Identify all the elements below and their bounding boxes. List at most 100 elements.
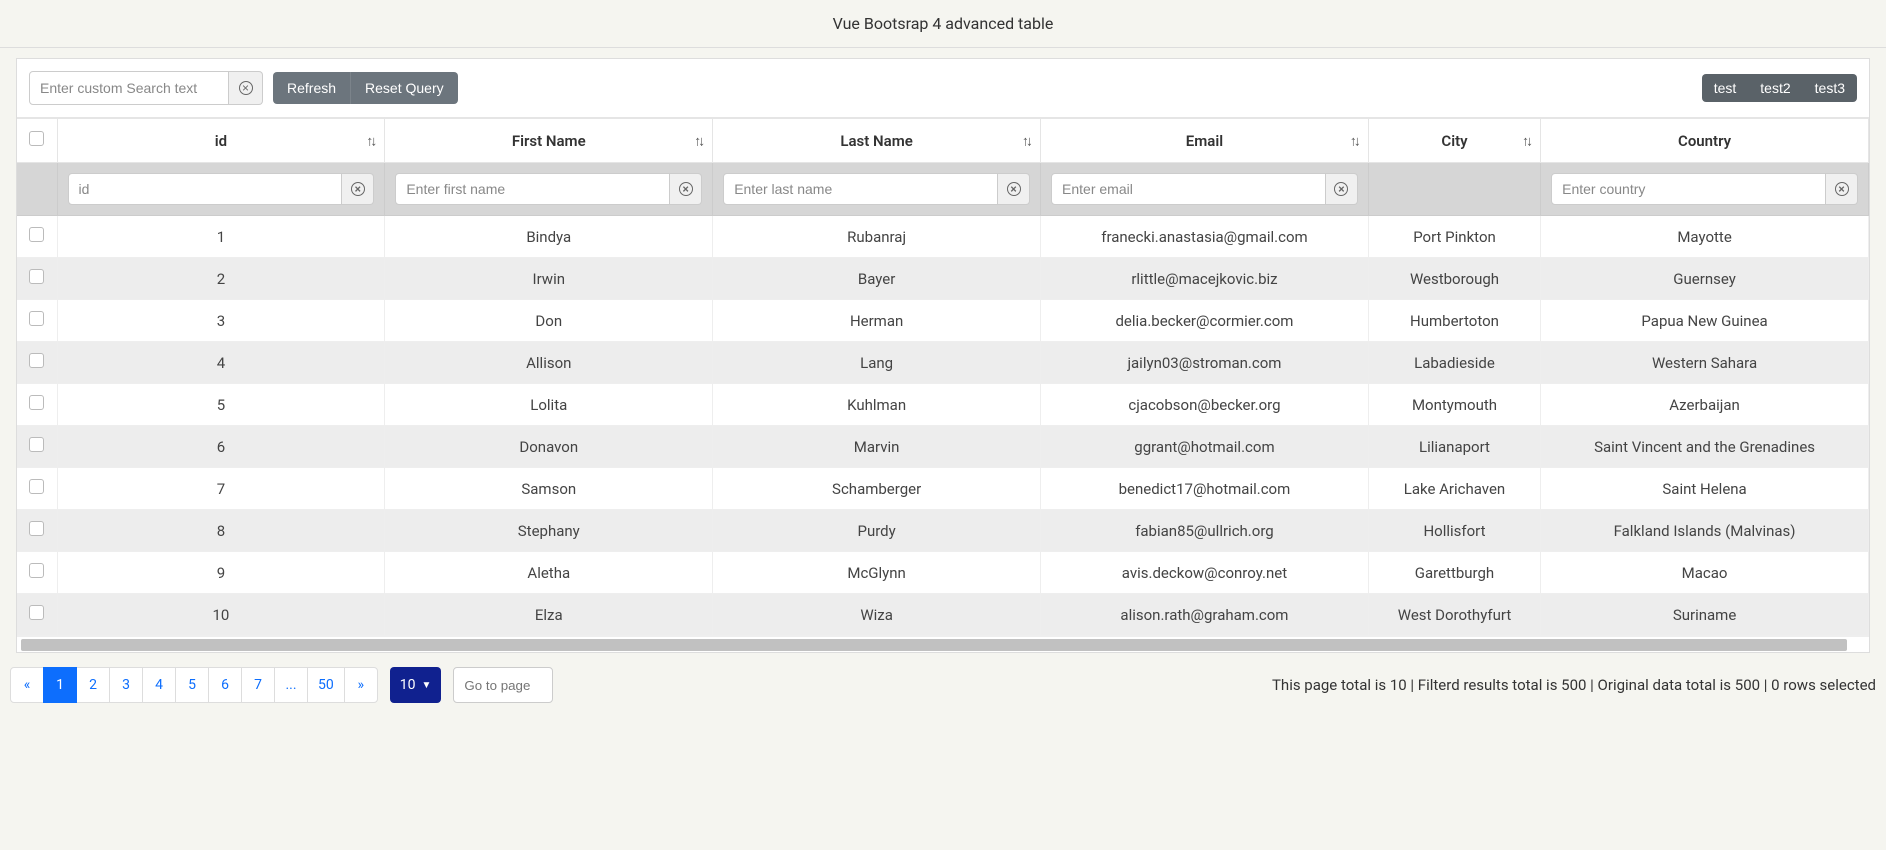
search-input[interactable] [29,71,229,105]
filter-cell-last-name: × [713,163,1041,216]
test-button-3[interactable]: test3 [1803,74,1857,102]
cell-last-name: Wiza [713,594,1041,636]
select-all-header [17,119,57,163]
page-item[interactable]: 7 [241,667,275,703]
filter-clear-button[interactable]: × [998,173,1030,205]
filter-clear-button[interactable]: × [1826,173,1858,205]
filter-clear-button[interactable]: × [1326,173,1358,205]
page-item[interactable]: 5 [175,667,209,703]
table-row: 9 Aletha McGlynn avis.deckow@conroy.net … [17,552,1869,594]
cell-country: Suriname [1541,594,1869,636]
pagination: «1234567...50» [10,667,378,703]
table-container: × Refresh Reset Query test test2 test3 i… [16,58,1870,653]
cell-email: rlittle@macejkovic.biz [1041,258,1369,300]
test-button-1[interactable]: test [1702,74,1749,102]
column-header-city[interactable]: City↑↓ [1368,119,1540,163]
filter-checkbox-cell [17,163,57,216]
row-checkbox[interactable] [29,563,44,578]
page-item[interactable]: 4 [142,667,176,703]
cell-email: benedict17@hotmail.com [1041,468,1369,510]
row-checkbox-cell [17,468,57,510]
reset-query-button[interactable]: Reset Query [351,72,458,104]
row-checkbox[interactable] [29,353,44,368]
cell-last-name: McGlynn [713,552,1041,594]
row-checkbox[interactable] [29,437,44,452]
row-checkbox[interactable] [29,227,44,242]
cell-last-name: Purdy [713,510,1041,552]
row-checkbox[interactable] [29,605,44,620]
clear-icon: × [1835,182,1849,196]
filter-input-id[interactable] [68,173,343,205]
cell-first-name: Donavon [385,426,713,468]
row-checkbox-cell [17,426,57,468]
cell-first-name: Irwin [385,258,713,300]
select-all-checkbox[interactable] [29,131,44,146]
sort-icon: ↑↓ [366,132,374,149]
cell-id: 10 [57,594,385,636]
toolbar-right-group: test test2 test3 [1702,74,1857,102]
filter-clear-button[interactable]: × [670,173,702,205]
test-button-2[interactable]: test2 [1748,74,1802,102]
filter-input-last-name[interactable] [723,173,998,205]
column-header-email[interactable]: Email↑↓ [1041,119,1369,163]
filter-clear-button[interactable]: × [342,173,374,205]
table-row: 4 Allison Lang jailyn03@stroman.com Laba… [17,342,1869,384]
row-checkbox-cell [17,510,57,552]
cell-id: 8 [57,510,385,552]
cell-city: Port Pinkton [1368,216,1540,258]
row-checkbox-cell [17,594,57,636]
filter-cell-city [1368,163,1540,216]
cell-city: Garettburgh [1368,552,1540,594]
header-label: City [1441,132,1467,150]
caret-down-icon: ▼ [422,680,432,691]
horizontal-scroll-track [17,636,1869,652]
filter-input-country[interactable] [1551,173,1826,205]
row-checkbox[interactable] [29,311,44,326]
cell-city: Hollisfort [1368,510,1540,552]
page-item[interactable]: 50 [307,667,345,703]
column-header-first-name[interactable]: First Name↑↓ [385,119,713,163]
header-label: Country [1678,132,1731,150]
table-row: 5 Lolita Kuhlman cjacobson@becker.org Mo… [17,384,1869,426]
row-checkbox[interactable] [29,479,44,494]
page-item[interactable]: 6 [208,667,242,703]
cell-country: Guernsey [1541,258,1869,300]
page-prev[interactable]: « [10,667,44,703]
row-checkbox-cell [17,258,57,300]
goto-page-input[interactable] [453,667,553,703]
column-header-last-name[interactable]: Last Name ↑↓ [713,119,1041,163]
row-checkbox[interactable] [29,395,44,410]
horizontal-scrollbar[interactable] [21,639,1847,651]
filter-input-email[interactable] [1051,173,1326,205]
filter-cell-id: × [57,163,385,216]
cell-last-name: Schamberger [713,468,1041,510]
table-row: 10 Elza Wiza alison.rath@graham.com West… [17,594,1869,636]
page-item[interactable]: ... [274,667,308,703]
page-item[interactable]: 3 [109,667,143,703]
page-title: Vue Bootsrap 4 advanced table [0,0,1886,48]
column-header-id[interactable]: id↑↓ [57,119,385,163]
sort-icon: ↑↓ [1022,132,1030,149]
cell-first-name: Aletha [385,552,713,594]
refresh-button[interactable]: Refresh [273,72,351,104]
per-page-label: 10 [400,677,416,693]
filter-cell-country: × [1541,163,1869,216]
page-next[interactable]: » [344,667,378,703]
filter-input-first-name[interactable] [395,173,670,205]
row-checkbox-cell [17,300,57,342]
per-page-select[interactable]: 10 ▼ [390,667,442,703]
clear-icon: × [239,81,253,95]
cell-city: Montymouth [1368,384,1540,426]
cell-last-name: Marvin [713,426,1041,468]
cell-last-name: Lang [713,342,1041,384]
header-label: Last Name [840,132,912,150]
cell-country: Saint Vincent and the Grenadines [1541,426,1869,468]
clear-search-button[interactable]: × [229,71,263,105]
page-item[interactable]: 1 [43,667,77,703]
row-checkbox[interactable] [29,269,44,284]
clear-icon: × [679,182,693,196]
cell-email: jailyn03@stroman.com [1041,342,1369,384]
sort-icon: ↑↓ [1350,132,1358,149]
page-item[interactable]: 2 [76,667,110,703]
row-checkbox[interactable] [29,521,44,536]
